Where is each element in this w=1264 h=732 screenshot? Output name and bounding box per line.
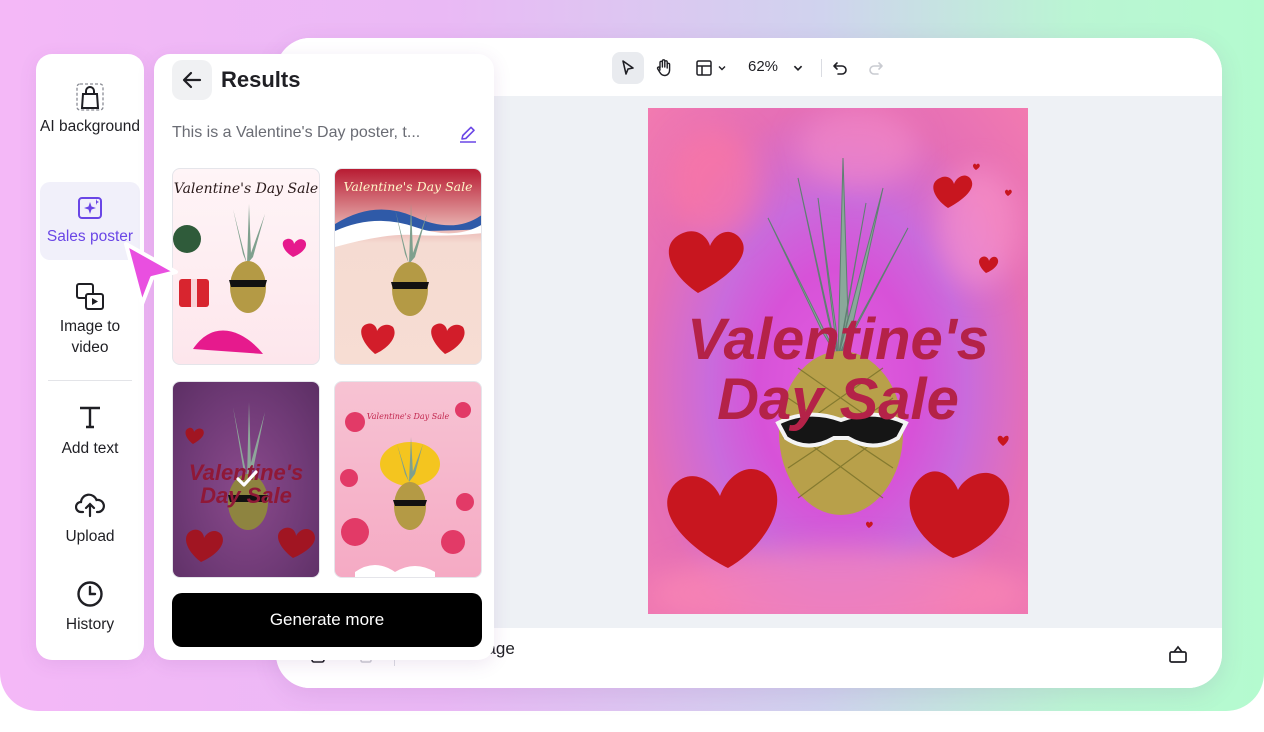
nav-label: Add text: [61, 440, 119, 457]
clock-icon: [77, 581, 103, 607]
back-button[interactable]: [172, 60, 212, 100]
result-thumbnail-selected[interactable]: Valentine's Day Sale: [172, 381, 320, 578]
hand-tool-button[interactable]: [648, 52, 680, 84]
image-video-icon: [76, 283, 104, 310]
nav-item-add-text[interactable]: Add text: [40, 404, 140, 464]
redo-button[interactable]: [864, 52, 888, 84]
checkmark-icon: [236, 470, 258, 487]
pointer-cursor-icon: [124, 242, 178, 306]
chevron-down-icon: [793, 65, 803, 71]
nav-divider: [48, 380, 132, 381]
inbox-icon: [1169, 645, 1187, 663]
zoom-level[interactable]: 62%: [748, 58, 778, 75]
nav-item-ai-background[interactable]: AI background: [40, 82, 140, 162]
generate-more-button[interactable]: Generate more: [172, 593, 482, 647]
app-stage: 62% Valentine's Day Sale page AI backgro…: [0, 0, 1264, 732]
toolbar-divider: [821, 59, 822, 77]
results-title: Results: [221, 67, 301, 92]
hand-icon: [656, 59, 671, 77]
thumbnail-art: [340, 402, 474, 577]
shopping-bag-icon: [76, 83, 104, 111]
pencil-icon: [460, 126, 476, 143]
zoom-dropdown-button[interactable]: [788, 52, 808, 84]
undo-icon: [833, 62, 847, 75]
pointer-icon: [622, 60, 634, 75]
thumbnail-art: [335, 204, 481, 354]
poster-canvas[interactable]: Valentine's Day Sale: [648, 108, 1028, 614]
chevron-down-icon: [718, 66, 726, 71]
select-tool-button[interactable]: [612, 52, 644, 84]
results-panel: Results This is a Valentine's Day poster…: [154, 54, 494, 660]
layout-dropdown-button[interactable]: [690, 52, 732, 84]
redo-icon: [869, 62, 883, 75]
layout-icon: [696, 60, 712, 76]
cloud-upload-icon: [75, 493, 105, 518]
result-thumbnail[interactable]: Valentine's Day Sale: [334, 381, 482, 578]
undo-button[interactable]: [828, 52, 852, 84]
sparkle-image-icon: [78, 197, 102, 219]
poster-title-line1[interactable]: Valentine's: [648, 310, 1028, 370]
prompt-text[interactable]: This is a Valentine's Day poster, t...: [172, 124, 448, 142]
thumbnail-art: [173, 204, 307, 354]
result-thumbnail[interactable]: Valentine's Day Sale: [334, 168, 482, 365]
nav-label: Image to video: [59, 318, 121, 356]
nav-label: History: [65, 616, 115, 633]
edit-prompt-button[interactable]: [458, 124, 478, 149]
nav-label: Upload: [65, 528, 115, 545]
arrow-left-icon: [182, 71, 202, 89]
result-thumbnail[interactable]: Valentine's Day Sale: [172, 168, 320, 365]
nav-item-upload[interactable]: Upload: [40, 492, 140, 552]
nav-label: AI background: [40, 118, 140, 135]
nav-item-history[interactable]: History: [40, 580, 140, 640]
poster-title-line2[interactable]: Day Sale: [648, 370, 1028, 430]
tool-sidebar: AI background Sales poster Image to vide…: [36, 54, 144, 660]
export-button[interactable]: [1164, 640, 1192, 668]
text-t-icon: [80, 406, 100, 429]
